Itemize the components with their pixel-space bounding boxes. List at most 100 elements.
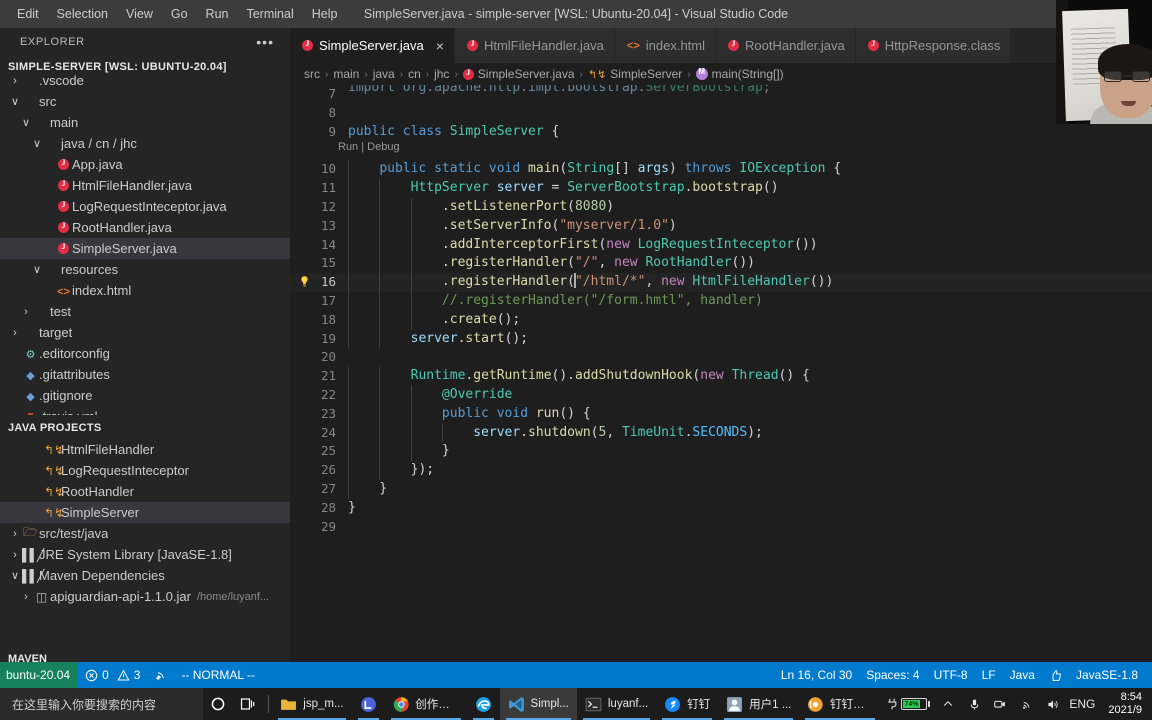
code-line[interactable]: 24 server.shutdown(5, TimeUnit.SECONDS); <box>290 423 1152 443</box>
breadcrumb-item[interactable]: src <box>304 67 320 81</box>
code-line[interactable]: 23 public void run() { <box>290 404 1152 424</box>
menu-help[interactable]: Help <box>303 0 347 28</box>
breadcrumb-item[interactable]: jhc <box>434 67 449 81</box>
cursor-position-status[interactable]: Ln 16, Col 30 <box>774 662 859 688</box>
twisty-icon[interactable]: ∨ <box>8 569 22 582</box>
volume-icon[interactable] <box>1040 688 1064 720</box>
code-line[interactable]: 21 Runtime.getRuntime().addShutdownHook(… <box>290 367 1152 386</box>
twisty-icon[interactable]: › <box>8 528 22 540</box>
tree-item[interactable]: ​<>index.html <box>0 280 290 301</box>
menu-selection[interactable]: Selection <box>48 0 117 28</box>
taskbar-app[interactable]: Simpl... <box>499 688 577 720</box>
code-line[interactable]: 7 import org.apache.http.impl.bootstrap.S… <box>290 85 1152 104</box>
breadcrumb-item[interactable]: cn <box>408 67 421 81</box>
tree-item[interactable]: ​◆.gitignore <box>0 385 290 406</box>
breadcrumb-item[interactable]: main <box>333 67 359 81</box>
indentation-status[interactable]: Spaces: 4 <box>859 662 926 688</box>
editor-tab[interactable]: HtmlFileHandler.java <box>454 28 615 63</box>
twisty-icon[interactable]: ∨ <box>30 263 44 276</box>
code-line[interactable]: 26 }); <box>290 461 1152 480</box>
code-line[interactable]: 28} <box>290 499 1152 518</box>
editor-tab[interactable]: HttpResponse.class <box>855 28 1012 63</box>
taskbar-app[interactable]: jsp_m... <box>272 688 351 720</box>
code-line[interactable]: 17 //.registerHandler("/form.hmtl", hand… <box>290 291 1152 311</box>
tree-item[interactable]: › .vscode <box>0 70 290 91</box>
eol-status[interactable]: LF <box>975 662 1003 688</box>
breadcrumb-item[interactable]: ↰↯ SimpleServer <box>588 67 682 81</box>
tree-item[interactable]: ​SimpleServer.java <box>0 238 290 259</box>
tree-item[interactable]: ∨ java / cn / jhc <box>0 133 290 154</box>
taskbar-app[interactable]: 创作中... <box>385 688 467 720</box>
java-projects-header[interactable]: JAVA PROJECTS <box>0 417 290 439</box>
tree-item[interactable]: ​↰↯HtmlFileHandler <box>0 439 290 460</box>
code-line[interactable]: 20 <box>290 348 1152 367</box>
wifi-icon[interactable] <box>1014 688 1038 720</box>
editor-tab[interactable]: <> index.html <box>614 28 717 63</box>
breadcrumb-item[interactable]: java <box>373 67 395 81</box>
breadcrumb-item[interactable]: SimpleServer.java <box>462 67 575 81</box>
editor-tab[interactable]: SimpleServer.java × <box>290 28 455 63</box>
chevron-up-icon[interactable] <box>936 688 960 720</box>
twisty-icon[interactable]: ∨ <box>30 137 44 150</box>
editor-tab[interactable]: RootHandler.java <box>716 28 856 63</box>
jdk-status[interactable]: JavaSE-1.8 <box>1069 662 1152 688</box>
tree-item[interactable]: ​↰↯SimpleServer <box>0 502 290 523</box>
twisty-icon[interactable]: ∨ <box>8 95 22 108</box>
code-line[interactable]: 19 server.start(); <box>290 329 1152 349</box>
tree-item[interactable]: ∨ src <box>0 91 290 112</box>
twisty-icon[interactable]: › <box>19 306 33 318</box>
taskbar-app[interactable] <box>467 688 500 720</box>
battery-status[interactable]: 74% <box>881 697 934 711</box>
code-line[interactable]: 8 <box>290 104 1152 123</box>
taskbar-app[interactable]: luyanf... <box>577 688 656 720</box>
code-line[interactable]: 14 .addInterceptorFirst(new LogRequestIn… <box>290 235 1152 255</box>
tree-item[interactable]: › ◫ apiguardian-api-1.1.0.jar/home/luyanf.… <box>0 586 290 607</box>
taskbar-app[interactable]: 用户1 ... <box>718 688 799 720</box>
tree-item[interactable]: ​↰↯LogRequestInteceptor <box>0 460 290 481</box>
twisty-icon[interactable]: ∨ <box>19 116 33 129</box>
twisty-icon[interactable]: › <box>19 591 33 603</box>
problems-status[interactable]: 0 3 <box>78 662 147 688</box>
menu-terminal[interactable]: Terminal <box>237 0 302 28</box>
code-line[interactable]: 12 .setListenerPort(8080) <box>290 197 1152 217</box>
camera-icon[interactable] <box>988 688 1012 720</box>
tree-item[interactable]: ​⚙.editorconfig <box>0 343 290 364</box>
code-line[interactable]: 13 .setServerInfo("myserver/1.0") <box>290 216 1152 236</box>
more-actions-icon[interactable]: ••• <box>256 35 274 49</box>
cortana-icon[interactable] <box>203 688 233 720</box>
code-line[interactable]: 9 public class SimpleServer { <box>290 123 1152 142</box>
codelens-run-debug[interactable]: Run | Debug <box>338 141 400 153</box>
feedback-status[interactable] <box>1042 662 1069 688</box>
code-editor[interactable]: 7 import org.apache.http.impl.bootstrap.S… <box>290 85 1152 662</box>
twisty-icon[interactable]: › <box>8 327 22 339</box>
language-mode-status[interactable]: Java <box>1003 662 1042 688</box>
taskbar-clock[interactable]: 8:54 2021/9 <box>1104 688 1152 720</box>
code-line[interactable]: 11 HttpServer server = ServerBootstrap.b… <box>290 179 1152 198</box>
code-line[interactable]: 27 } <box>290 479 1152 499</box>
language-indicator[interactable]: ENG <box>1066 688 1098 720</box>
close-icon[interactable]: × <box>436 39 444 53</box>
tree-item[interactable]: ​◆.gitattributes <box>0 364 290 385</box>
tree-item[interactable]: ​LogRequestInteceptor.java <box>0 196 290 217</box>
broadcast-status[interactable] <box>147 662 174 688</box>
taskbar-search-input[interactable]: 在这里输入你要搜索的内容 <box>0 688 204 720</box>
remote-indicator[interactable]: buntu-20.04 <box>0 662 79 688</box>
tree-item[interactable]: ∨ resources <box>0 259 290 280</box>
tree-item[interactable]: › test <box>0 301 290 322</box>
twisty-icon[interactable]: › <box>8 75 22 87</box>
code-line[interactable]: 10 public static void main(String[] args… <box>290 160 1152 180</box>
tree-item[interactable]: › target <box>0 322 290 343</box>
code-line[interactable]: 18 .create(); <box>290 310 1152 330</box>
menu-run[interactable]: Run <box>197 0 238 28</box>
tree-item[interactable]: ​App.java <box>0 154 290 175</box>
tree-item[interactable]: ​▮.travis.yml <box>0 406 290 415</box>
taskbar-app[interactable] <box>352 688 385 720</box>
code-line[interactable]: 25 } <box>290 442 1152 462</box>
taskbar-app[interactable]: 钉钉直... <box>799 688 881 720</box>
taskbar-app[interactable]: 钉钉 <box>656 688 718 720</box>
encoding-status[interactable]: UTF-8 <box>927 662 975 688</box>
twisty-icon[interactable]: › <box>8 549 22 561</box>
tree-item[interactable]: ​↰↯RootHandler <box>0 481 290 502</box>
menu-go[interactable]: Go <box>162 0 197 28</box>
code-line[interactable]: 22 @Override <box>290 385 1152 405</box>
